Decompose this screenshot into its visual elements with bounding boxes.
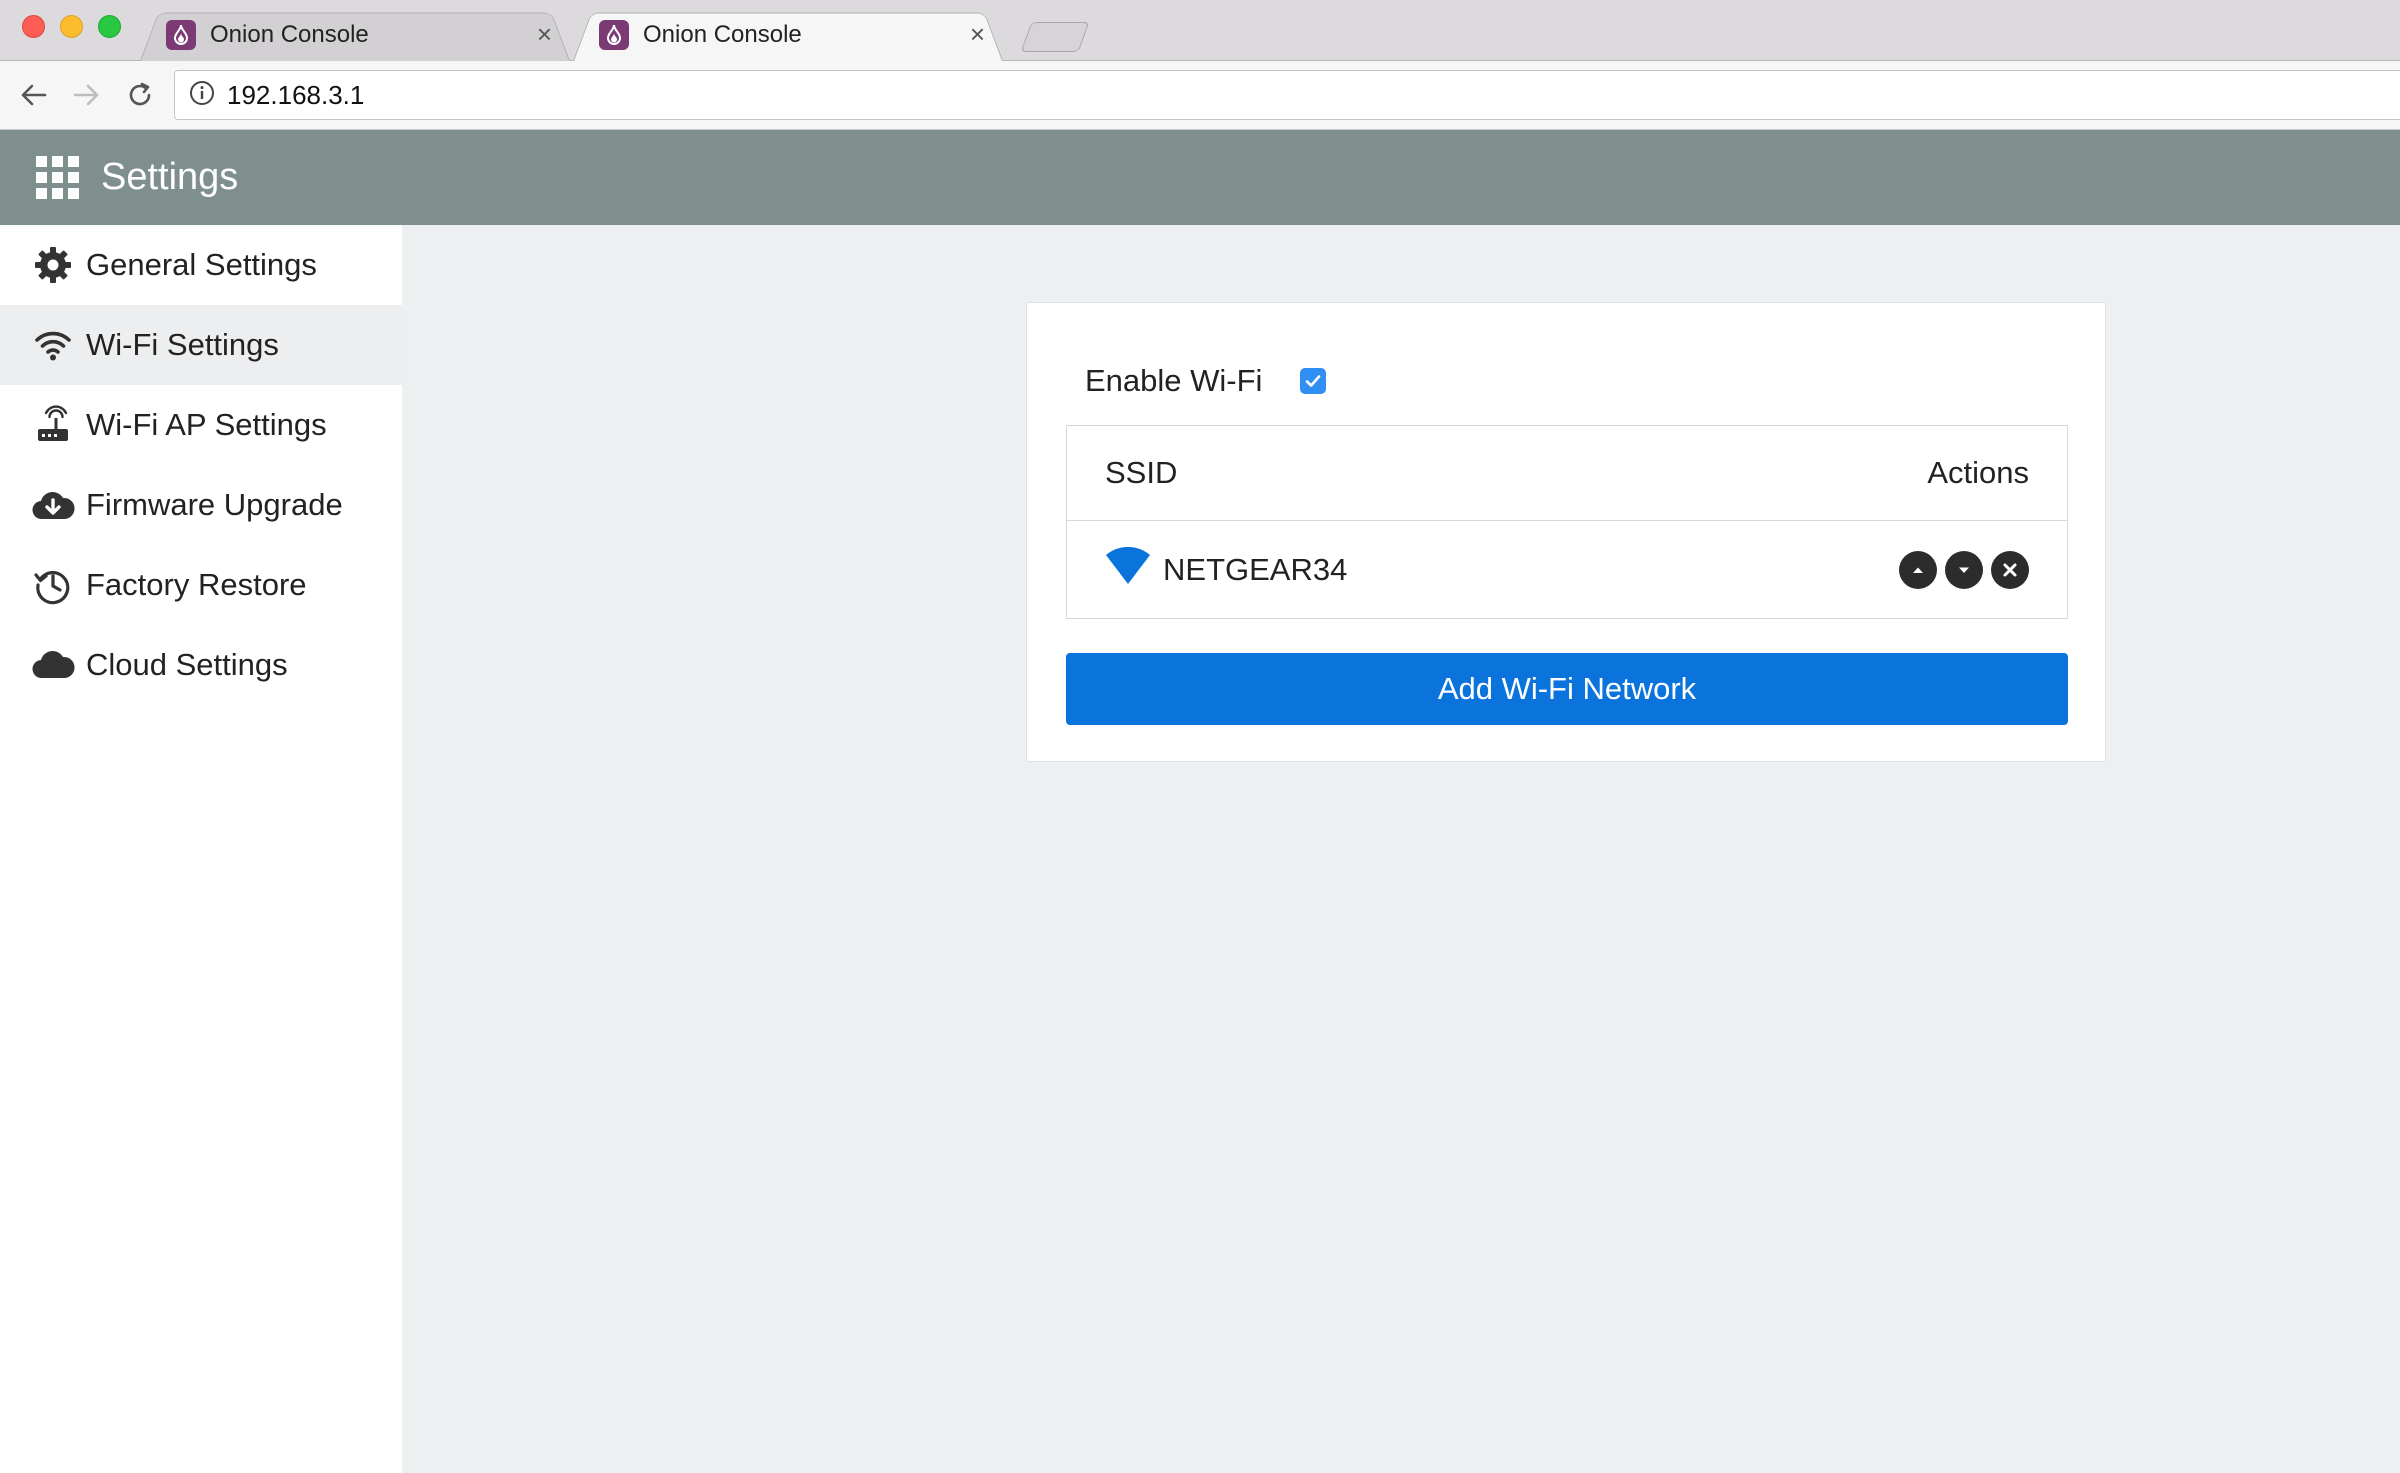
browser-toolbar: 192.168.3.1 <box>0 61 2400 130</box>
tab-title: Onion Console <box>643 20 802 48</box>
history-icon <box>30 562 76 608</box>
sidebar-item-label: Factory Restore <box>86 567 307 602</box>
window-minimize-button[interactable] <box>60 15 83 38</box>
onion-favicon-icon <box>599 19 629 50</box>
app-title: Settings <box>101 156 239 198</box>
tab-title: Onion Console <box>210 20 369 48</box>
forward-arrow-icon[interactable] <box>66 75 106 115</box>
sidebar-item-label: Wi-Fi Settings <box>86 327 279 362</box>
actions-column-header: Actions <box>1927 455 2029 490</box>
table-header: SSID Actions <box>1067 426 2067 521</box>
table-row: NETGEAR34 <box>1067 521 2067 619</box>
move-up-icon[interactable] <box>1899 551 1937 589</box>
url-text[interactable]: 192.168.3.1 <box>227 80 364 111</box>
tab-close-icon[interactable]: × <box>537 19 552 50</box>
sidebar-item-label: Firmware Upgrade <box>86 487 343 522</box>
gear-icon <box>30 242 76 288</box>
networks-table: SSID Actions NETGEAR34 <box>1066 425 2068 619</box>
enable-wifi-label: Enable Wi-Fi <box>1085 363 1263 398</box>
wifi-icon <box>30 322 76 368</box>
window-zoom-button[interactable] <box>98 15 121 38</box>
enable-wifi-checkbox[interactable] <box>1300 368 1327 394</box>
cloud-icon <box>30 642 76 688</box>
add-wifi-network-button[interactable]: Add Wi-Fi Network <box>1066 653 2068 725</box>
app-header: Settings <box>0 130 2400 225</box>
tab-close-icon[interactable]: × <box>970 19 985 50</box>
remove-network-icon[interactable] <box>1991 551 2029 589</box>
sidebar-item-cloud-settings[interactable]: Cloud Settings <box>0 625 402 705</box>
move-down-icon[interactable] <box>1945 551 1983 589</box>
window-close-button[interactable] <box>22 15 45 38</box>
router-icon <box>30 402 76 448</box>
new-tab-button[interactable] <box>1020 22 1090 52</box>
wifi-settings-card: Enable Wi-Fi SSID Actions NETGEAR34 Add … <box>1026 302 2106 762</box>
back-arrow-icon[interactable] <box>14 75 54 115</box>
browser-tab-2[interactable]: Onion Console × <box>573 8 1003 62</box>
ssid-column-header: SSID <box>1105 455 1178 490</box>
address-bar[interactable]: 192.168.3.1 <box>174 70 2400 120</box>
sidebar-item-label: General Settings <box>86 247 317 282</box>
browser-tab-1[interactable]: Onion Console × <box>140 8 570 62</box>
wifi-signal-icon <box>1105 546 1151 593</box>
sidebar-item-label: Cloud Settings <box>86 647 288 682</box>
row-actions <box>1899 551 2029 589</box>
sidebar-item-label: Wi-Fi AP Settings <box>86 407 327 442</box>
sidebar-item-general-settings[interactable]: General Settings <box>0 225 402 305</box>
network-ssid: NETGEAR34 <box>1163 552 1348 587</box>
info-icon[interactable] <box>189 80 215 111</box>
reload-icon[interactable] <box>120 75 160 115</box>
apps-grid-icon[interactable] <box>36 156 79 199</box>
enable-wifi-row: Enable Wi-Fi <box>1085 363 1327 399</box>
sidebar: General Settings Wi-Fi Settings Wi-Fi AP… <box>0 225 402 1473</box>
network-ssid-cell: NETGEAR34 <box>1105 546 1348 593</box>
cloud-download-icon <box>30 482 76 528</box>
browser-tab-bar: Onion Console × Onion Console × <box>0 0 2400 62</box>
sidebar-item-wifi-ap-settings[interactable]: Wi-Fi AP Settings <box>0 385 402 465</box>
onion-favicon-icon <box>166 19 196 50</box>
sidebar-item-wifi-settings[interactable]: Wi-Fi Settings <box>0 305 402 385</box>
sidebar-item-firmware-upgrade[interactable]: Firmware Upgrade <box>0 465 402 545</box>
sidebar-item-factory-restore[interactable]: Factory Restore <box>0 545 402 625</box>
